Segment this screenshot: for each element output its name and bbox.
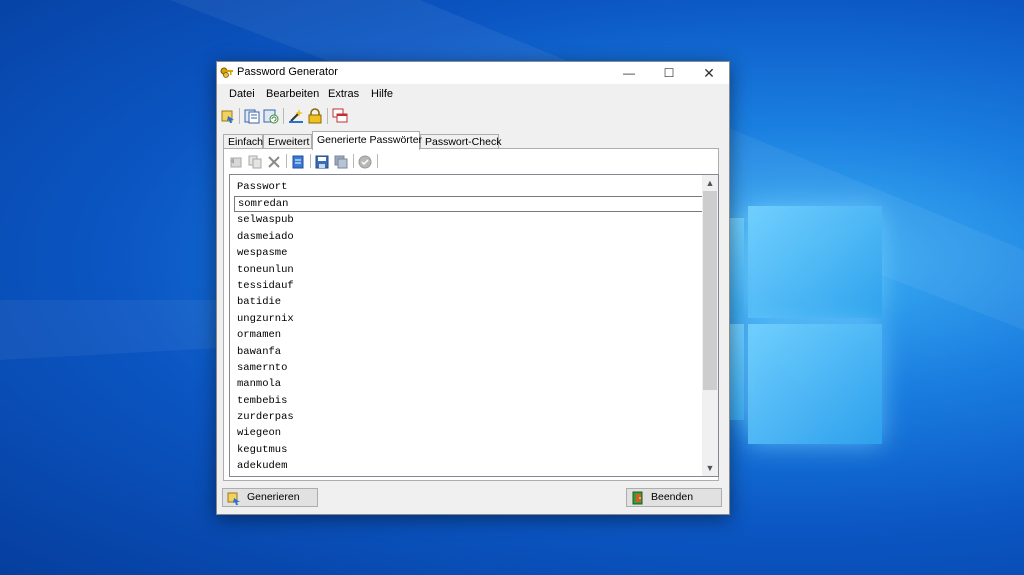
minimize-button[interactable]: — (609, 62, 649, 84)
list-item[interactable]: tessidauf (234, 278, 704, 294)
list-header: Passwort (237, 181, 288, 193)
list-item[interactable]: tembebis (234, 393, 704, 409)
save-all-icon[interactable] (334, 155, 348, 169)
list-item[interactable]: kegutmus (234, 442, 704, 458)
tab-generierte-passwoerter[interactable]: Generierte Passwörter (312, 131, 422, 150)
close-button[interactable]: ✕ (689, 62, 729, 84)
tab-erweitert[interactable]: Erweitert (263, 134, 312, 149)
menu-hilfe[interactable]: Hilfe (371, 88, 393, 100)
toolbar-separator (377, 154, 378, 168)
menu-extras[interactable]: Extras (328, 88, 359, 100)
lock-icon[interactable] (307, 108, 323, 124)
list-item[interactable]: wespasme (234, 245, 704, 261)
list-item-selected[interactable]: somredan (234, 196, 704, 213)
password-list[interactable]: Passwort somredan selwaspub dasmeiado wespa… (229, 174, 719, 477)
toolbar-separator (310, 154, 311, 168)
menu-bearbeiten[interactable]: Bearbeiten (266, 88, 319, 100)
password-generator-window: Password Generator — ☐ ✕ Datei Bearbeite… (216, 61, 730, 515)
list-item[interactable]: zurderpas (234, 409, 704, 425)
toolbar-separator (327, 108, 328, 124)
save-icon[interactable] (315, 155, 329, 169)
main-toolbar (217, 104, 729, 128)
scroll-down-button[interactable]: ▼ (702, 460, 718, 476)
list-item[interactable]: wiegeon (234, 425, 704, 441)
menu-datei[interactable]: Datei (229, 88, 255, 100)
toolbar-separator (283, 108, 284, 124)
list-item[interactable]: ormamen (234, 327, 704, 343)
toolbar-separator (353, 154, 354, 168)
document-icon[interactable] (291, 155, 305, 169)
windows-icon[interactable] (332, 108, 348, 124)
toolbar-separator (239, 108, 240, 124)
panel-toolbar (226, 153, 716, 173)
refresh-icon[interactable] (263, 108, 279, 124)
maximize-button[interactable]: ☐ (649, 62, 689, 84)
scroll-up-button[interactable]: ▲ (702, 175, 718, 191)
copy-list-icon[interactable] (244, 108, 260, 124)
list-item[interactable]: manmola (234, 376, 704, 392)
settings-wand-icon[interactable] (288, 108, 304, 124)
window-title: Password Generator (237, 66, 338, 78)
generate-button-label: Generieren (247, 491, 300, 503)
tab-einfach[interactable]: Einfach (223, 134, 263, 149)
undo-icon[interactable] (229, 155, 243, 169)
windows-logo (730, 198, 882, 446)
password-rows: somredan selwaspub dasmeiado wespasme toneun… (234, 196, 704, 475)
list-item[interactable]: dasmeiado (234, 229, 704, 245)
title-bar[interactable]: Password Generator — ☐ ✕ (217, 62, 729, 84)
list-item[interactable]: samernto (234, 360, 704, 376)
list-item[interactable]: selwaspub (234, 212, 704, 228)
exit-door-icon (632, 491, 643, 505)
menu-bar: Datei Bearbeiten Extras Hilfe (217, 84, 729, 104)
list-item[interactable]: bawanfa (234, 344, 704, 360)
list-item[interactable]: ungzurnix (234, 311, 704, 327)
keys-icon (220, 67, 233, 78)
list-item[interactable]: batidie (234, 294, 704, 310)
generated-passwords-panel: Passwort somredan selwaspub dasmeiado wespa… (223, 148, 719, 481)
quit-button[interactable]: Beenden (626, 488, 722, 507)
scroll-thumb[interactable] (703, 191, 717, 390)
check-icon[interactable] (358, 155, 372, 169)
delete-icon[interactable] (267, 155, 281, 169)
generate-icon (227, 492, 240, 505)
list-item[interactable]: toneunlun (234, 262, 704, 278)
quit-button-label: Beenden (651, 491, 694, 503)
toolbar-separator (286, 154, 287, 168)
tab-passwort-check[interactable]: Passwort-Check (420, 134, 501, 149)
vertical-scrollbar[interactable]: ▲ ▼ (702, 175, 718, 476)
list-item[interactable]: adekudem (234, 458, 704, 474)
generate-icon[interactable] (220, 108, 236, 124)
generate-button[interactable]: Generieren (222, 488, 318, 507)
copy-icon[interactable] (248, 155, 262, 169)
